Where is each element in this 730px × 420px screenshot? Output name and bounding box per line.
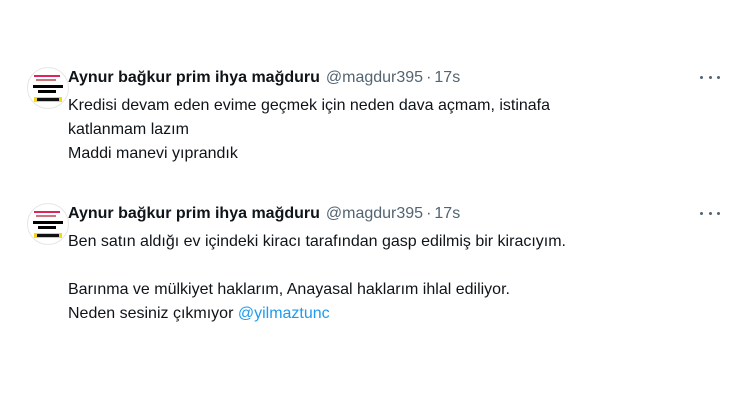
top-bar <box>0 0 730 22</box>
display-name[interactable]: Aynur bağkur prim ihya mağduru <box>68 69 320 86</box>
user-handle[interactable]: @magdur395 <box>326 69 423 86</box>
tweet-line: Kredisi devam eden evime geçmek için ned… <box>68 97 551 114</box>
display-name[interactable]: Aynur bağkur prim ihya mağduru <box>68 205 320 222</box>
tweet-line: Neden sesiniz çıkmıyor @yilmaztunc <box>68 302 668 326</box>
tweet-line: Ben satın aldığı ev içindeki kiracı tara… <box>68 233 566 250</box>
tweet-header: Aynur bağkur prim ihya mağduru @magdur395… <box>68 204 460 224</box>
tweet-text: Ben satın aldığı ev içindeki kiracı tara… <box>68 230 668 326</box>
timestamp[interactable]: 17s <box>434 69 460 86</box>
tweet-header: Aynur bağkur prim ihya mağduru @magdur395… <box>68 68 460 88</box>
avatar[interactable] <box>27 203 69 245</box>
mention-link[interactable]: @yilmaztunc <box>238 305 330 322</box>
tweet-line: Barınma ve mülkiyet haklarım, Anayasal h… <box>68 281 510 298</box>
bottom-bar <box>0 406 730 420</box>
more-options-icon[interactable] <box>700 206 720 220</box>
separator: · <box>426 69 432 86</box>
more-options-icon[interactable] <box>700 70 720 84</box>
tweet-text: Kredisi devam eden evime geçmek için ned… <box>68 94 668 166</box>
user-handle[interactable]: @magdur395 <box>326 205 423 222</box>
tweet-line: katlanmam lazım <box>68 121 189 138</box>
tweet-line: Maddi manevi yıprandık <box>68 145 238 162</box>
avatar[interactable] <box>27 67 69 109</box>
tweet-line-text: Neden sesiniz çıkmıyor <box>68 305 238 322</box>
separator: · <box>426 205 432 222</box>
timestamp[interactable]: 17s <box>434 205 460 222</box>
